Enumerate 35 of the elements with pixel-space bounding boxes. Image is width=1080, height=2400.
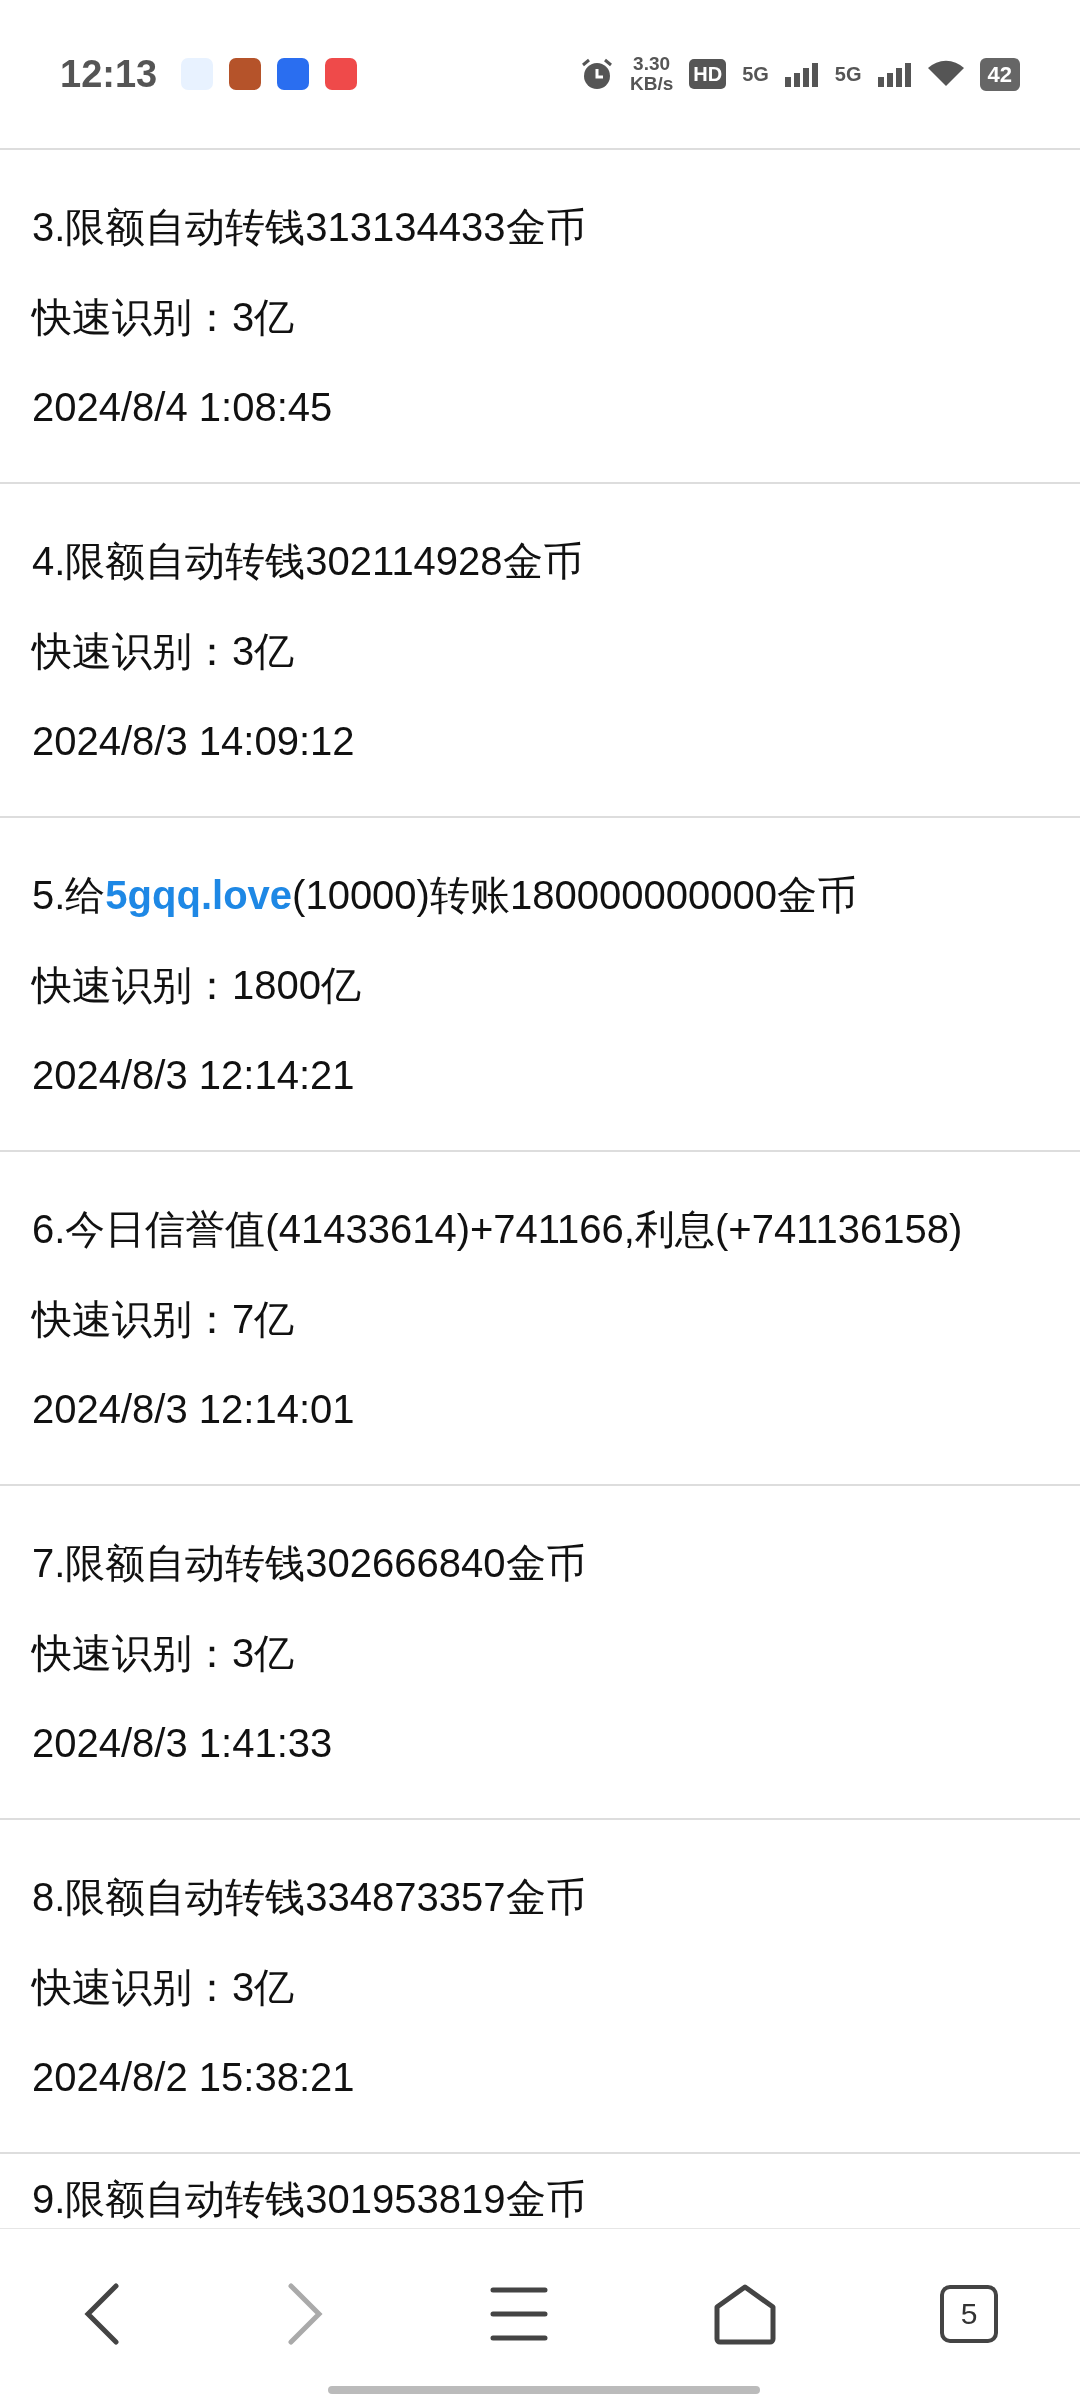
app-icon (277, 58, 310, 90)
record-title: 6.今日信誉值(41433614)+741166,利息(+741136158) (32, 1206, 964, 1253)
alarm-icon (579, 57, 614, 91)
record-title: 3.限额自动转钱313134433金币 (32, 204, 587, 251)
signal-icon (877, 61, 912, 87)
record-title: 8.限额自动转钱334873357金币 (32, 1874, 587, 1921)
record-title: 5.给5gqq.love(10000)转账180000000000金币 (32, 872, 858, 919)
signal-icon (784, 61, 819, 87)
record-time: 2024/8/2 15:38:21 (32, 2054, 356, 2101)
record-time: 2024/8/3 1:41:33 (32, 1720, 334, 1767)
quick-amount: 快速识别：3亿 (32, 294, 296, 341)
signal-label: 5G (834, 62, 862, 87)
record-time: 2024/8/3 12:14:21 (32, 1052, 356, 1099)
quick-amount: 快速识别：7亿 (32, 1296, 296, 1343)
network-speed: 3.30 (632, 54, 672, 74)
status-time: 12:13 (60, 51, 158, 97)
quick-amount: 快速识别：3亿 (32, 628, 296, 675)
quick-amount: 快速识别：1800亿 (32, 962, 362, 1009)
quick-amount: 快速识别：3亿 (32, 1630, 296, 1677)
record-time: 2024/8/3 12:14:01 (32, 1386, 356, 1433)
battery-icon: 42 (979, 57, 1020, 91)
quick-amount: 快速识别：3亿 (32, 1964, 296, 2011)
record-title: 4.限额自动转钱302114928金币 (32, 538, 584, 585)
speed-unit: KB/s (629, 74, 674, 94)
record-time: 2024/8/3 14:09:12 (32, 718, 356, 765)
app-icon (325, 58, 358, 90)
wifi-icon (927, 60, 964, 88)
app-icon (229, 58, 262, 90)
tabs-button[interactable]: 5 (920, 2274, 1019, 2353)
record-title: 9.限额自动转钱301953819金币 (32, 2176, 587, 2223)
hd-badge: HD (689, 59, 727, 89)
home-icon (712, 2282, 777, 2345)
signal-label: 5G (742, 62, 769, 87)
record-time: 2024/8/4 1:08:45 (32, 384, 334, 431)
record-title: 7.限额自动转钱302666840金币 (32, 1540, 587, 1587)
